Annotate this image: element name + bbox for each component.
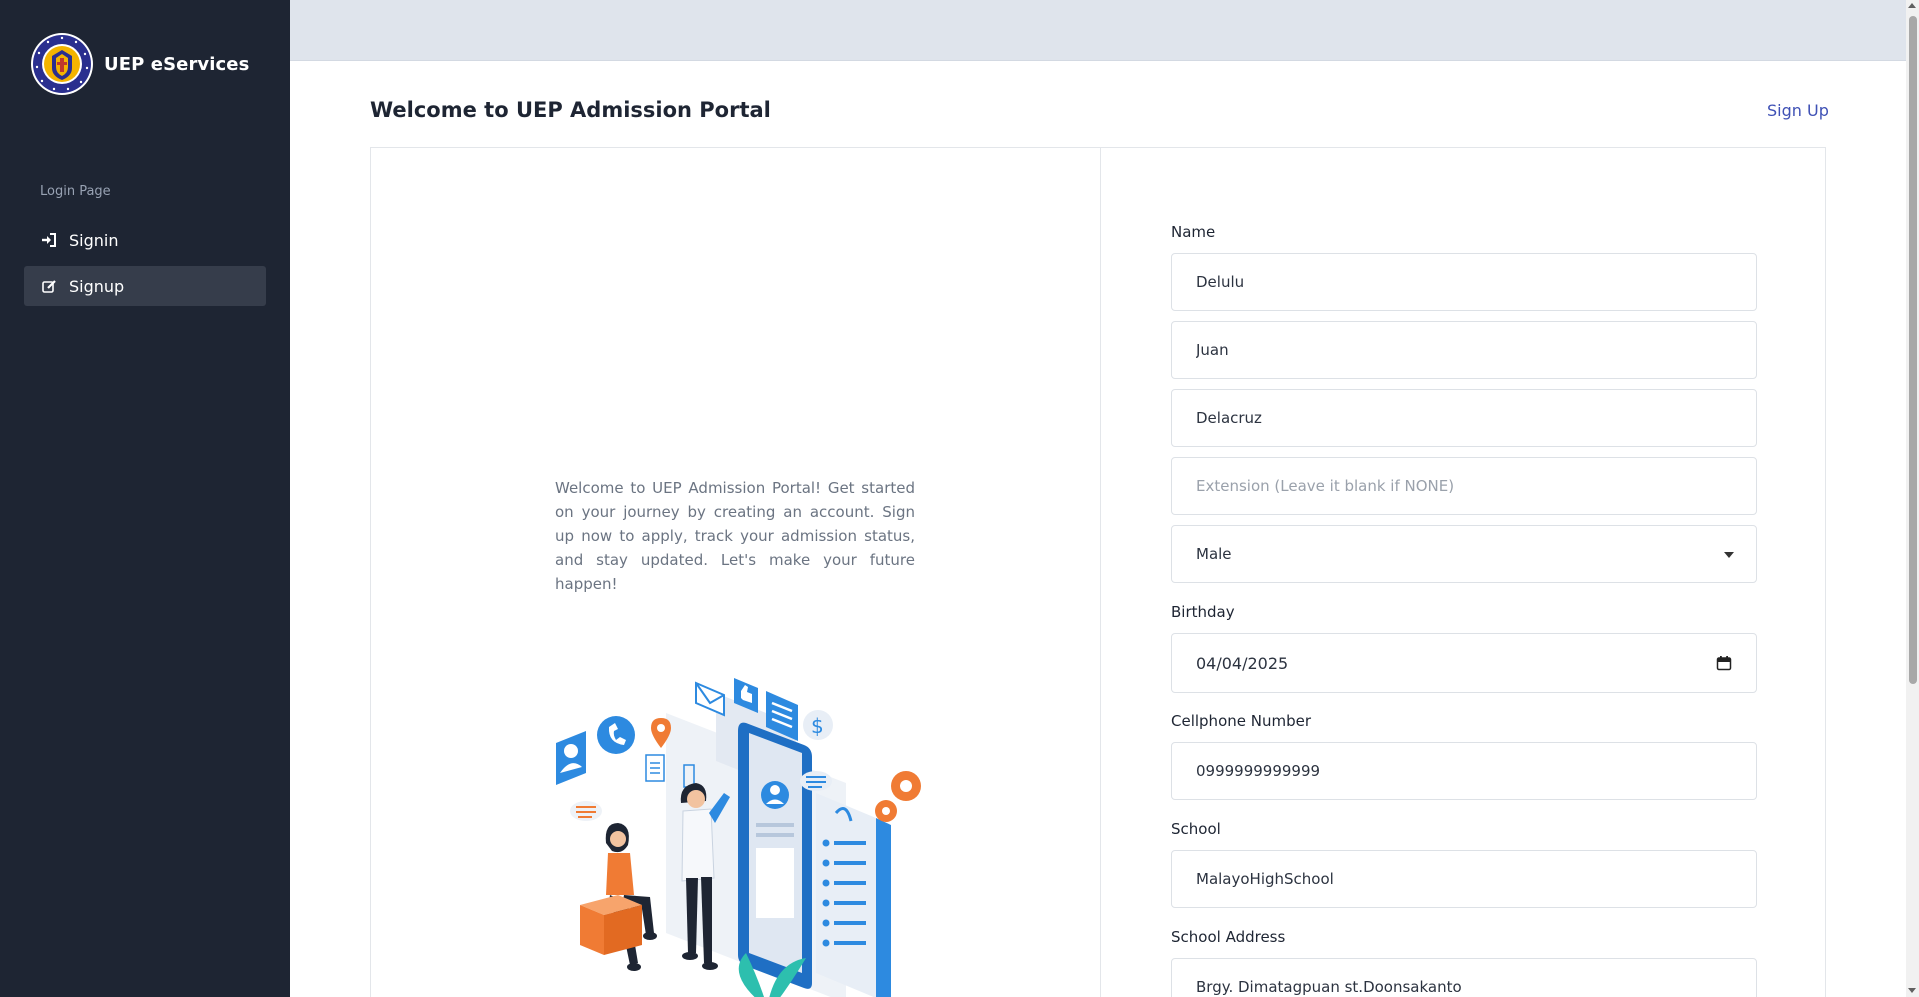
sidebar-item-signin[interactable]: Signin [24, 220, 266, 260]
birthday-label: Birthday [1171, 603, 1235, 621]
card-divider [1100, 148, 1101, 997]
university-logo-icon [31, 33, 93, 95]
sex-select[interactable]: Male [1171, 525, 1757, 583]
birthday-input[interactable]: 04/04/2025 [1171, 633, 1757, 693]
school-input[interactable] [1171, 850, 1757, 908]
middle-name-input[interactable] [1171, 321, 1757, 379]
sidebar-item-label: Signup [69, 276, 125, 296]
chevron-down-icon [1724, 552, 1734, 558]
extension-input[interactable] [1171, 457, 1757, 515]
school-label: School [1171, 820, 1221, 838]
sidebar: UEP eServices Login Page Signin Signup [0, 0, 290, 997]
intro-text: Welcome to UEP Admission Portal! Get sta… [555, 479, 915, 593]
cellphone-label: Cellphone Number [1171, 712, 1312, 730]
signup-card: Welcome to UEP Admission Portal! Get sta… [370, 147, 1826, 997]
scroll-down-icon[interactable] [1908, 988, 1916, 993]
page-scrollbar[interactable] [1906, 0, 1919, 997]
scroll-up-icon[interactable] [1908, 3, 1916, 8]
calendar-icon[interactable] [1716, 655, 1732, 671]
name-label: Name [1171, 223, 1216, 241]
cellphone-input[interactable] [1171, 742, 1757, 800]
first-name-input[interactable] [1171, 253, 1757, 311]
brand-title: UEP eServices [104, 53, 250, 75]
signup-illustration: $ [556, 678, 921, 997]
last-name-input[interactable] [1171, 389, 1757, 447]
birthday-value: 04/04/2025 [1196, 653, 1289, 673]
scrollbar-thumb[interactable] [1909, 16, 1917, 684]
sign-in-icon [40, 231, 58, 249]
sign-up-link[interactable]: Sign Up [1767, 101, 1829, 120]
page-title: Welcome to UEP Admission Portal [370, 98, 771, 122]
top-bar [290, 0, 1906, 61]
school-address-input[interactable] [1171, 958, 1757, 997]
sidebar-item-signup[interactable]: Signup [24, 266, 266, 306]
brand[interactable]: UEP eServices [30, 32, 249, 96]
edit-icon [40, 277, 58, 295]
svg-text:$: $ [811, 714, 824, 738]
sidebar-item-label: Signin [69, 230, 119, 250]
school-address-label: School Address [1171, 928, 1286, 946]
nav-heading: Login Page [40, 184, 111, 199]
sex-select-value: Male [1196, 545, 1232, 563]
